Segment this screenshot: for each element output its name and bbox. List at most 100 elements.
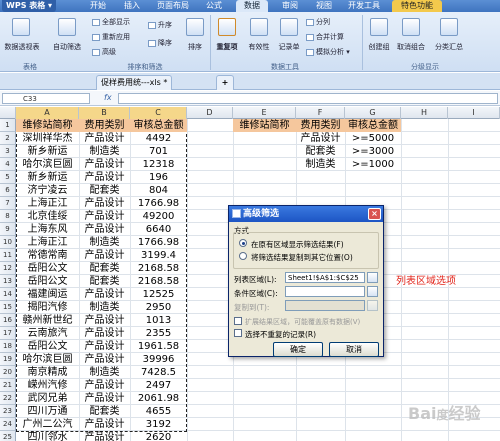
- tab-home[interactable]: 开始: [84, 0, 112, 12]
- row-header[interactable]: 5: [0, 171, 16, 184]
- table-cell[interactable]: 揭阳汽修: [16, 301, 79, 314]
- table-cell[interactable]: 804: [130, 184, 187, 197]
- table-cell[interactable]: 1766.98: [130, 236, 187, 249]
- ok-button[interactable]: 确定: [273, 342, 323, 357]
- table-cell[interactable]: 产品设计: [79, 314, 130, 327]
- radio-filter-in-place[interactable]: [239, 239, 247, 247]
- sort-desc-button[interactable]: 降序: [148, 38, 172, 48]
- table-cell[interactable]: 岳阳公文: [16, 262, 79, 275]
- table-cell[interactable]: 1766.98: [130, 197, 187, 210]
- table-cell[interactable]: 产品设计: [79, 132, 130, 145]
- table-cell[interactable]: 7428.5: [130, 366, 187, 379]
- table-header-cell[interactable]: 审核总金额: [130, 119, 187, 132]
- consolidate-button[interactable]: 合并计算: [306, 32, 344, 42]
- column-header-d[interactable]: D: [187, 107, 233, 119]
- row-header[interactable]: 11: [0, 249, 16, 262]
- criteria-cell[interactable]: 产品设计: [296, 132, 345, 145]
- subtotal-button[interactable]: 分类汇总: [430, 42, 468, 52]
- tab-formula[interactable]: 公式: [200, 0, 228, 12]
- table-cell[interactable]: 6640: [130, 223, 187, 236]
- table-cell[interactable]: 2061.98: [130, 392, 187, 405]
- list-range-input[interactable]: Sheet1!$A$1:$C$25: [285, 272, 365, 283]
- row-header[interactable]: 20: [0, 366, 16, 379]
- radio-filter-in-place-label[interactable]: 在原有区域显示筛选结果(F): [251, 239, 344, 250]
- close-icon[interactable]: ×: [368, 208, 381, 220]
- criteria-header-cell[interactable]: 维修站简称: [233, 119, 296, 132]
- column-header-h[interactable]: H: [401, 107, 448, 119]
- criteria-range-picker-icon[interactable]: [367, 286, 378, 297]
- tab-developer[interactable]: 开发工具: [344, 0, 384, 12]
- table-cell[interactable]: 配套类: [79, 405, 130, 418]
- table-cell[interactable]: 新乡新运: [16, 171, 79, 184]
- select-all-corner[interactable]: [0, 107, 16, 119]
- table-cell[interactable]: 配套类: [79, 184, 130, 197]
- table-cell[interactable]: 产品设计: [79, 249, 130, 262]
- table-cell[interactable]: 四川邻水: [16, 431, 79, 441]
- row-header[interactable]: 19: [0, 353, 16, 366]
- validity-button[interactable]: 有效性: [244, 42, 274, 52]
- table-cell[interactable]: 3199.4: [130, 249, 187, 262]
- table-cell[interactable]: 4492: [130, 132, 187, 145]
- row-header[interactable]: 10: [0, 236, 16, 249]
- row-header[interactable]: 1: [0, 119, 16, 132]
- column-header-c[interactable]: C: [130, 107, 187, 119]
- tab-data[interactable]: 数据: [236, 0, 268, 12]
- table-cell[interactable]: 39996: [130, 353, 187, 366]
- row-header[interactable]: 18: [0, 340, 16, 353]
- table-cell[interactable]: 赣州新世纪: [16, 314, 79, 327]
- table-cell[interactable]: 制造类: [79, 301, 130, 314]
- extend-results-checkbox[interactable]: [234, 317, 242, 325]
- table-cell[interactable]: 嵘州汽修: [16, 379, 79, 392]
- criteria-header-cell[interactable]: 审核总金额: [345, 119, 401, 132]
- table-cell[interactable]: 上海东风: [16, 223, 79, 236]
- dialog-title-bar[interactable]: 高级筛选 ×: [229, 206, 383, 222]
- create-group-button[interactable]: 创建组: [364, 42, 394, 52]
- table-cell[interactable]: 701: [130, 145, 187, 158]
- column-header-a[interactable]: A: [16, 107, 79, 119]
- table-cell[interactable]: 49200: [130, 210, 187, 223]
- table-cell[interactable]: 12525: [130, 288, 187, 301]
- table-cell[interactable]: 哈尔滨巨圆: [16, 158, 79, 171]
- row-header[interactable]: 17: [0, 327, 16, 340]
- sort-asc-button[interactable]: 升序: [148, 20, 172, 30]
- table-cell[interactable]: 产品设计: [79, 340, 130, 353]
- ungroup-button[interactable]: 取消组合: [394, 42, 428, 52]
- table-cell[interactable]: 196: [130, 171, 187, 184]
- table-cell[interactable]: 2620: [130, 431, 187, 441]
- table-cell[interactable]: 产品设计: [79, 392, 130, 405]
- formula-input[interactable]: [118, 93, 498, 104]
- table-cell[interactable]: 2497: [130, 379, 187, 392]
- table-cell[interactable]: 产品设计: [79, 158, 130, 171]
- column-header-f[interactable]: F: [296, 107, 345, 119]
- tab-view[interactable]: 视图: [310, 0, 338, 12]
- table-cell[interactable]: 南京精成: [16, 366, 79, 379]
- extend-results-label[interactable]: 扩展结果区域，可能覆盖原有数据(V): [245, 317, 360, 327]
- table-cell[interactable]: 2168.58: [130, 262, 187, 275]
- name-box[interactable]: C33: [2, 93, 90, 104]
- list-range-picker-icon[interactable]: [367, 272, 378, 283]
- copy-to-picker-icon[interactable]: [367, 300, 378, 311]
- table-cell[interactable]: 配套类: [79, 262, 130, 275]
- table-cell[interactable]: 产品设计: [79, 197, 130, 210]
- table-cell[interactable]: 制造类: [79, 366, 130, 379]
- table-cell[interactable]: 制造类: [79, 145, 130, 158]
- table-cell[interactable]: 福建闽运: [16, 288, 79, 301]
- table-cell[interactable]: 岳阳公文: [16, 340, 79, 353]
- table-cell[interactable]: 新乡新运: [16, 145, 79, 158]
- row-header[interactable]: 23: [0, 405, 16, 418]
- table-cell[interactable]: 产品设计: [79, 288, 130, 301]
- column-header-i[interactable]: I: [448, 107, 500, 119]
- table-cell[interactable]: 产品设计: [79, 353, 130, 366]
- table-cell[interactable]: 广州二公汽: [16, 418, 79, 431]
- row-header[interactable]: 12: [0, 262, 16, 275]
- tab-document-file[interactable]: 促样费用统---xls *: [96, 75, 173, 90]
- table-cell[interactable]: 产品设计: [79, 327, 130, 340]
- table-cell[interactable]: 深圳祥华杰: [16, 132, 79, 145]
- criteria-cell[interactable]: 制造类: [296, 158, 345, 171]
- unique-records-label[interactable]: 选择不重复的记录(R): [245, 329, 316, 340]
- table-cell[interactable]: 制造类: [79, 236, 130, 249]
- duplicates-button[interactable]: 重复项: [212, 42, 242, 52]
- sort-button[interactable]: 排序: [182, 42, 208, 52]
- row-header[interactable]: 13: [0, 275, 16, 288]
- cancel-button[interactable]: 取消: [329, 342, 379, 357]
